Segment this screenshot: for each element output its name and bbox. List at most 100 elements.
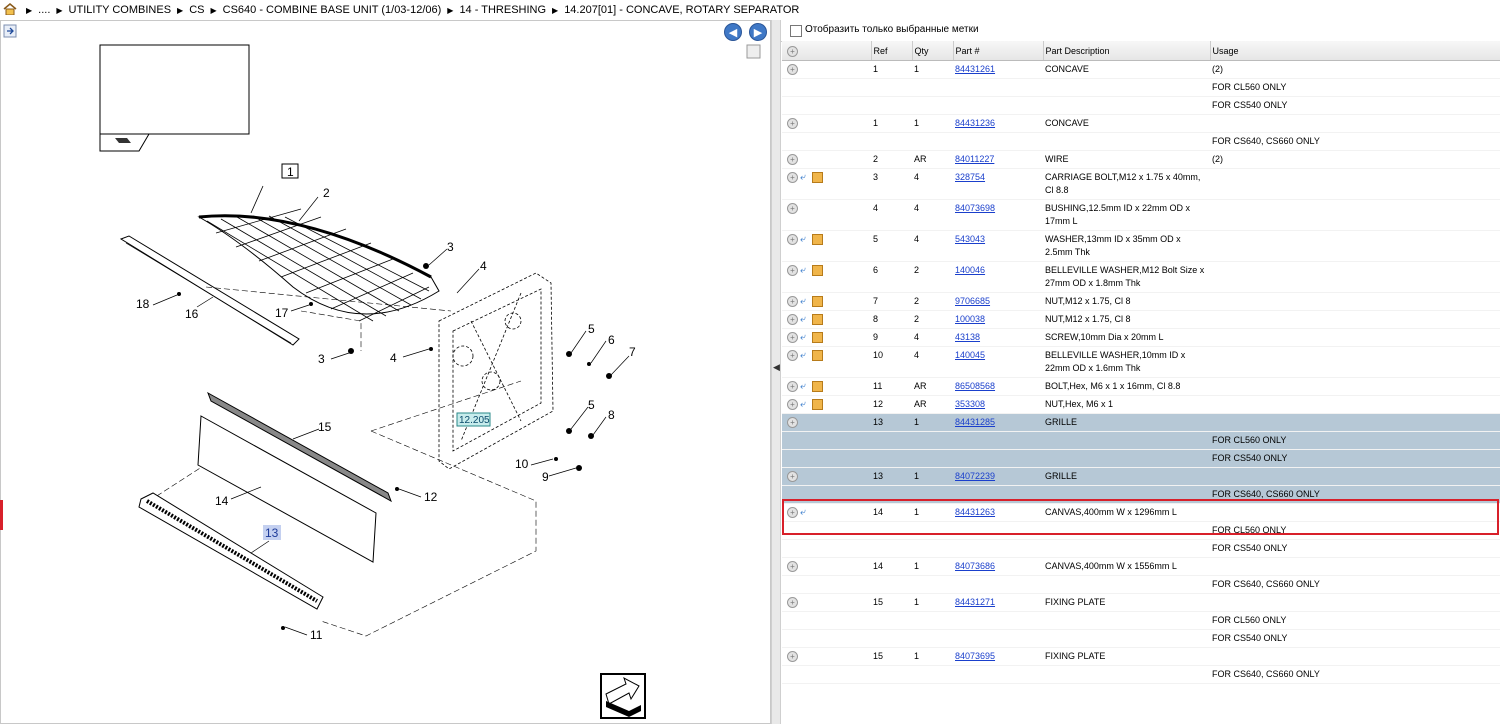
table-row[interactable]: FOR CS640, CS660 ONLY: [782, 575, 1500, 594]
callout-11[interactable]: 11: [310, 628, 323, 642]
table-row[interactable]: FOR CS540 ONLY: [782, 629, 1500, 648]
expand-row-icon[interactable]: +: [787, 381, 798, 392]
expand-row-icon[interactable]: +: [787, 314, 798, 325]
column-qty[interactable]: Qty: [912, 41, 954, 61]
return-arrow-icon[interactable]: ⤶: [800, 380, 812, 393]
table-row[interactable]: FOR CS640, CS660 ONLY: [782, 485, 1500, 504]
part-number-link[interactable]: 84072239: [955, 471, 995, 481]
part-number-link[interactable]: 84073698: [955, 203, 995, 213]
column-usage[interactable]: Usage: [1210, 41, 1500, 61]
part-number-link[interactable]: 100038: [955, 314, 985, 324]
collapse-arrow-icon[interactable]: ◀: [773, 362, 780, 373]
table-row[interactable]: + ⤶ 14 1 84431263 CANVAS,400mm W x 1296mm L: [782, 503, 1500, 522]
part-number-link[interactable]: 84073686: [955, 561, 995, 571]
package-icon[interactable]: [812, 381, 823, 392]
callout-9[interactable]: 9: [542, 470, 549, 484]
callout-2[interactable]: 2: [323, 186, 330, 200]
table-row[interactable]: FOR CS540 ONLY: [782, 449, 1500, 468]
return-arrow-icon[interactable]: ⤶: [800, 506, 812, 519]
callout-7[interactable]: 7: [629, 345, 636, 359]
part-number-link[interactable]: 84431263: [955, 507, 995, 517]
expand-row-icon[interactable]: +: [787, 64, 798, 75]
table-row[interactable]: +2 AR 84011227 WIRE (2): [782, 150, 1500, 169]
return-arrow-icon[interactable]: ⤶: [800, 171, 812, 184]
expand-row-icon[interactable]: +: [787, 265, 798, 276]
package-icon[interactable]: [812, 296, 823, 307]
table-row[interactable]: FOR CS640, CS660 ONLY: [782, 132, 1500, 151]
table-row[interactable]: + ⤶ 8 2 100038 NUT,M12 x 1.75, Cl 8: [782, 310, 1500, 329]
part-number-link[interactable]: 43138: [955, 332, 980, 342]
callout-16[interactable]: 16: [185, 307, 199, 321]
expand-row-icon[interactable]: +: [787, 332, 798, 343]
package-icon[interactable]: [812, 172, 823, 183]
part-number-link[interactable]: 328754: [955, 172, 985, 182]
expand-row-icon[interactable]: +: [787, 172, 798, 183]
package-icon[interactable]: [812, 314, 823, 325]
table-row[interactable]: +4 4 84073698 BUSHING,12.5mm ID x 22mm OD x…: [782, 199, 1500, 231]
callout-12[interactable]: 12: [424, 490, 438, 504]
expand-row-icon[interactable]: +: [787, 203, 798, 214]
callout-10[interactable]: 10: [515, 457, 529, 471]
part-number-link[interactable]: 543043: [955, 234, 985, 244]
table-row[interactable]: FOR CS540 ONLY: [782, 539, 1500, 558]
table-row[interactable]: + ⤶ 6 2 140046 BELLEVILLE WASHER,M12 Bolt Siz…: [782, 261, 1500, 293]
part-number-link[interactable]: 84431261: [955, 64, 995, 74]
expand-row-icon[interactable]: +: [787, 296, 798, 307]
table-row[interactable]: FOR CS640, CS660 ONLY: [782, 665, 1500, 684]
part-number-link[interactable]: 84073695: [955, 651, 995, 661]
table-row[interactable]: FOR CL560 ONLY: [782, 521, 1500, 540]
expand-row-icon[interactable]: +: [787, 350, 798, 361]
expand-row-icon[interactable]: +: [787, 561, 798, 572]
return-arrow-icon[interactable]: ⤶: [800, 233, 812, 246]
return-arrow-icon[interactable]: ⤶: [800, 398, 812, 411]
expand-row-icon[interactable]: +: [787, 417, 798, 428]
breadcrumb-item[interactable]: 14 - THRESHING: [459, 4, 546, 16]
expand-all-icon[interactable]: +: [787, 45, 798, 57]
callout-13[interactable]: 13: [265, 526, 279, 540]
expand-row-icon[interactable]: +: [787, 399, 798, 410]
expand-row-icon[interactable]: +: [787, 597, 798, 608]
package-icon[interactable]: [812, 234, 823, 245]
package-icon[interactable]: [812, 332, 823, 343]
panel-splitter[interactable]: ◀: [771, 20, 781, 724]
callout-1[interactable]: 1: [287, 165, 294, 179]
part-number-link[interactable]: 84431271: [955, 597, 995, 607]
table-row[interactable]: + ⤶ 10 4 140045 BELLEVILLE WASHER,10mm ID x 2…: [782, 346, 1500, 378]
table-row[interactable]: +13 1 84431285 GRILLE: [782, 413, 1500, 432]
breadcrumb-item[interactable]: 14.207[01] - CONCAVE, ROTARY SEPARATOR: [564, 4, 799, 16]
column-part-number[interactable]: Part #: [953, 41, 1044, 61]
table-row[interactable]: FOR CL560 ONLY: [782, 78, 1500, 97]
reference-tag[interactable]: 12.205: [459, 415, 490, 426]
expand-all-header[interactable]: +: [782, 41, 872, 61]
table-row[interactable]: + ⤶ 11 AR 86508568 BOLT,Hex, M6 x 1 x 16mm, C…: [782, 377, 1500, 396]
callout-14[interactable]: 14: [215, 494, 229, 508]
return-arrow-icon[interactable]: ⤶: [800, 331, 812, 344]
callout-3b[interactable]: 3: [318, 352, 325, 366]
diagram-thumbnail[interactable]: [99, 44, 250, 152]
part-number-link[interactable]: 84431285: [955, 417, 995, 427]
callout-15[interactable]: 15: [318, 420, 332, 434]
column-ref[interactable]: Ref: [871, 41, 913, 61]
table-row[interactable]: + ⤶ 5 4 543043 WASHER,13mm ID x 35mm OD x 2.5…: [782, 230, 1500, 262]
package-icon[interactable]: [812, 399, 823, 410]
return-arrow-icon[interactable]: ⤶: [800, 349, 812, 362]
callout-18[interactable]: 18: [136, 297, 150, 311]
package-icon[interactable]: [812, 265, 823, 276]
part-number-link[interactable]: 84011227: [955, 154, 994, 164]
table-row[interactable]: + ⤶ 3 4 328754 CARRIAGE BOLT,M12 x 1.75 x 40m…: [782, 168, 1500, 200]
table-row[interactable]: + ⤶ 12 AR 353308 NUT,Hex, M6 x 1: [782, 395, 1500, 414]
home-icon[interactable]: [3, 3, 17, 15]
breadcrumb-item[interactable]: CS640 - COMBINE BASE UNIT (1/03-12/06): [223, 4, 442, 16]
part-number-link[interactable]: 86508568: [955, 381, 995, 391]
return-arrow-icon[interactable]: ⤶: [800, 295, 812, 308]
table-row[interactable]: +1 1 84431236 CONCAVE: [782, 114, 1500, 133]
table-row[interactable]: FOR CL560 ONLY: [782, 611, 1500, 630]
breadcrumb-item[interactable]: ....: [38, 4, 50, 16]
column-description[interactable]: Part Description: [1043, 41, 1211, 61]
navigate-icon[interactable]: [600, 673, 646, 719]
part-number-link[interactable]: 84431236: [955, 118, 995, 128]
expand-row-icon[interactable]: +: [787, 118, 798, 129]
return-arrow-icon[interactable]: ⤶: [800, 313, 812, 326]
table-row[interactable]: +13 1 84072239 GRILLE: [782, 467, 1500, 486]
return-arrow-icon[interactable]: ⤶: [800, 264, 812, 277]
